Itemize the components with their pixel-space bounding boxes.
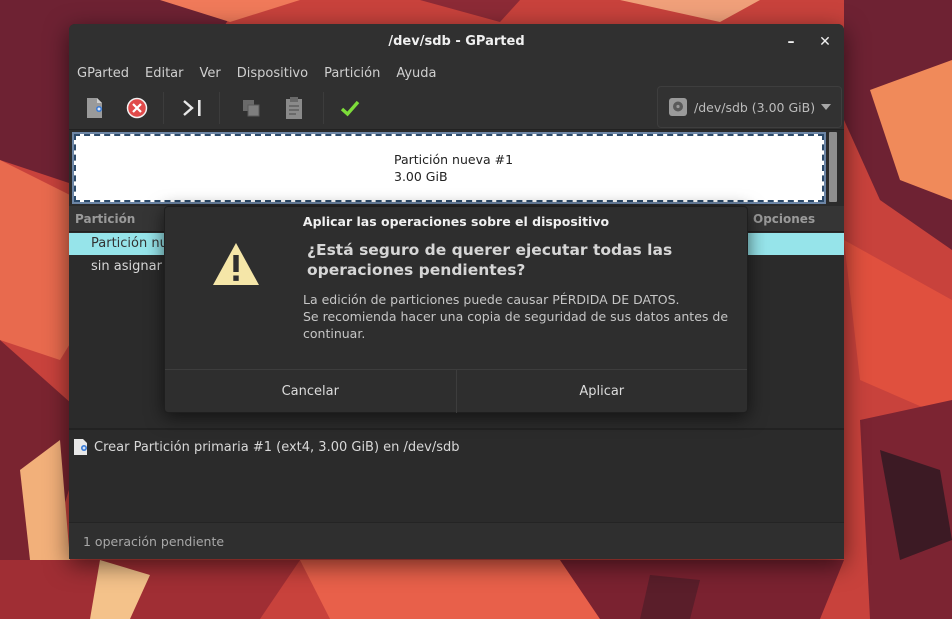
device-selector[interactable]: /dev/sdb (3.00 GiB) <box>657 86 842 128</box>
menu-ayuda[interactable]: Ayuda <box>396 66 436 81</box>
window-title: /dev/sdb - GParted <box>388 34 525 49</box>
dialog-question: ¿Está seguro de querer ejecutar todas la… <box>307 241 673 279</box>
partition-row-name: sin asignar <box>91 259 162 274</box>
toolbar-separator <box>323 92 324 124</box>
disk-icon <box>669 98 687 116</box>
menu-dispositivo[interactable]: Dispositivo <box>237 66 308 81</box>
graphic-partition-name: Partición nueva #1 <box>394 152 514 167</box>
toolbar-separator <box>219 92 220 124</box>
resize-move-icon <box>183 100 201 116</box>
chevron-down-icon <box>821 104 831 110</box>
apply-button[interactable] <box>336 94 364 122</box>
new-partition-icon <box>74 439 87 455</box>
dialog-message: La edición de particiones puede causar P… <box>303 291 733 342</box>
close-button[interactable]: ✕ <box>815 32 835 52</box>
pending-operations-pane: Crear Partición primaria #1 (ext4, 3.00 … <box>69 428 844 522</box>
dialog-button-row: Cancelar Aplicar <box>165 369 747 413</box>
menu-ver[interactable]: Ver <box>200 66 221 81</box>
apply-checkmark-icon <box>340 100 360 117</box>
pending-operation-item[interactable]: Crear Partición primaria #1 (ext4, 3.00 … <box>73 438 460 456</box>
new-partition-button[interactable] <box>81 94 109 122</box>
device-selector-label: /dev/sdb (3.00 GiB) <box>694 99 816 115</box>
apply-confirm-button[interactable]: Aplicar <box>455 370 748 413</box>
dialog-message-line: Se recomienda hacer una copia de segurid… <box>303 309 729 341</box>
status-text: 1 operación pendiente <box>83 534 225 549</box>
partition-graphic[interactable]: Partición nueva #1 3.00 GiB <box>72 132 826 204</box>
toolbar-separator <box>163 92 164 124</box>
column-header-options[interactable]: Opciones <box>753 212 815 226</box>
titlebar: /dev/sdb - GParted – ✕ <box>69 24 844 60</box>
dialog-title: Aplicar las operaciones sobre el disposi… <box>302 214 610 229</box>
toolbar: /dev/sdb (3.00 GiB) <box>69 86 844 130</box>
apply-confirm-dialog: Aplicar las operaciones sobre el disposi… <box>164 206 748 413</box>
paste-button[interactable] <box>280 94 308 122</box>
new-partition-icon <box>87 98 102 118</box>
cancel-button[interactable]: Cancelar <box>165 370 456 413</box>
dialog-message-line: La edición de particiones puede causar P… <box>303 292 680 307</box>
paste-icon <box>286 97 302 119</box>
warning-icon <box>213 243 259 285</box>
statusbar: 1 operación pendiente <box>69 522 844 559</box>
copy-button[interactable] <box>237 94 265 122</box>
delete-partition-icon <box>126 97 148 119</box>
menu-gparted[interactable]: GParted <box>77 66 129 81</box>
menu-editar[interactable]: Editar <box>145 66 184 81</box>
menu-particion[interactable]: Partición <box>324 66 380 81</box>
graphic-scrollbar[interactable] <box>829 132 837 202</box>
minimize-button[interactable]: – <box>781 32 801 52</box>
column-header-partition[interactable]: Partición <box>75 212 135 226</box>
pending-operation-text: Crear Partición primaria #1 (ext4, 3.00 … <box>94 439 460 455</box>
menubar: GParted Editar Ver Dispositivo Partición… <box>69 60 844 86</box>
graphic-partition-size: 3.00 GiB <box>394 169 448 184</box>
delete-button[interactable] <box>123 94 151 122</box>
resize-move-button[interactable] <box>179 94 207 122</box>
copy-icon <box>243 100 260 117</box>
